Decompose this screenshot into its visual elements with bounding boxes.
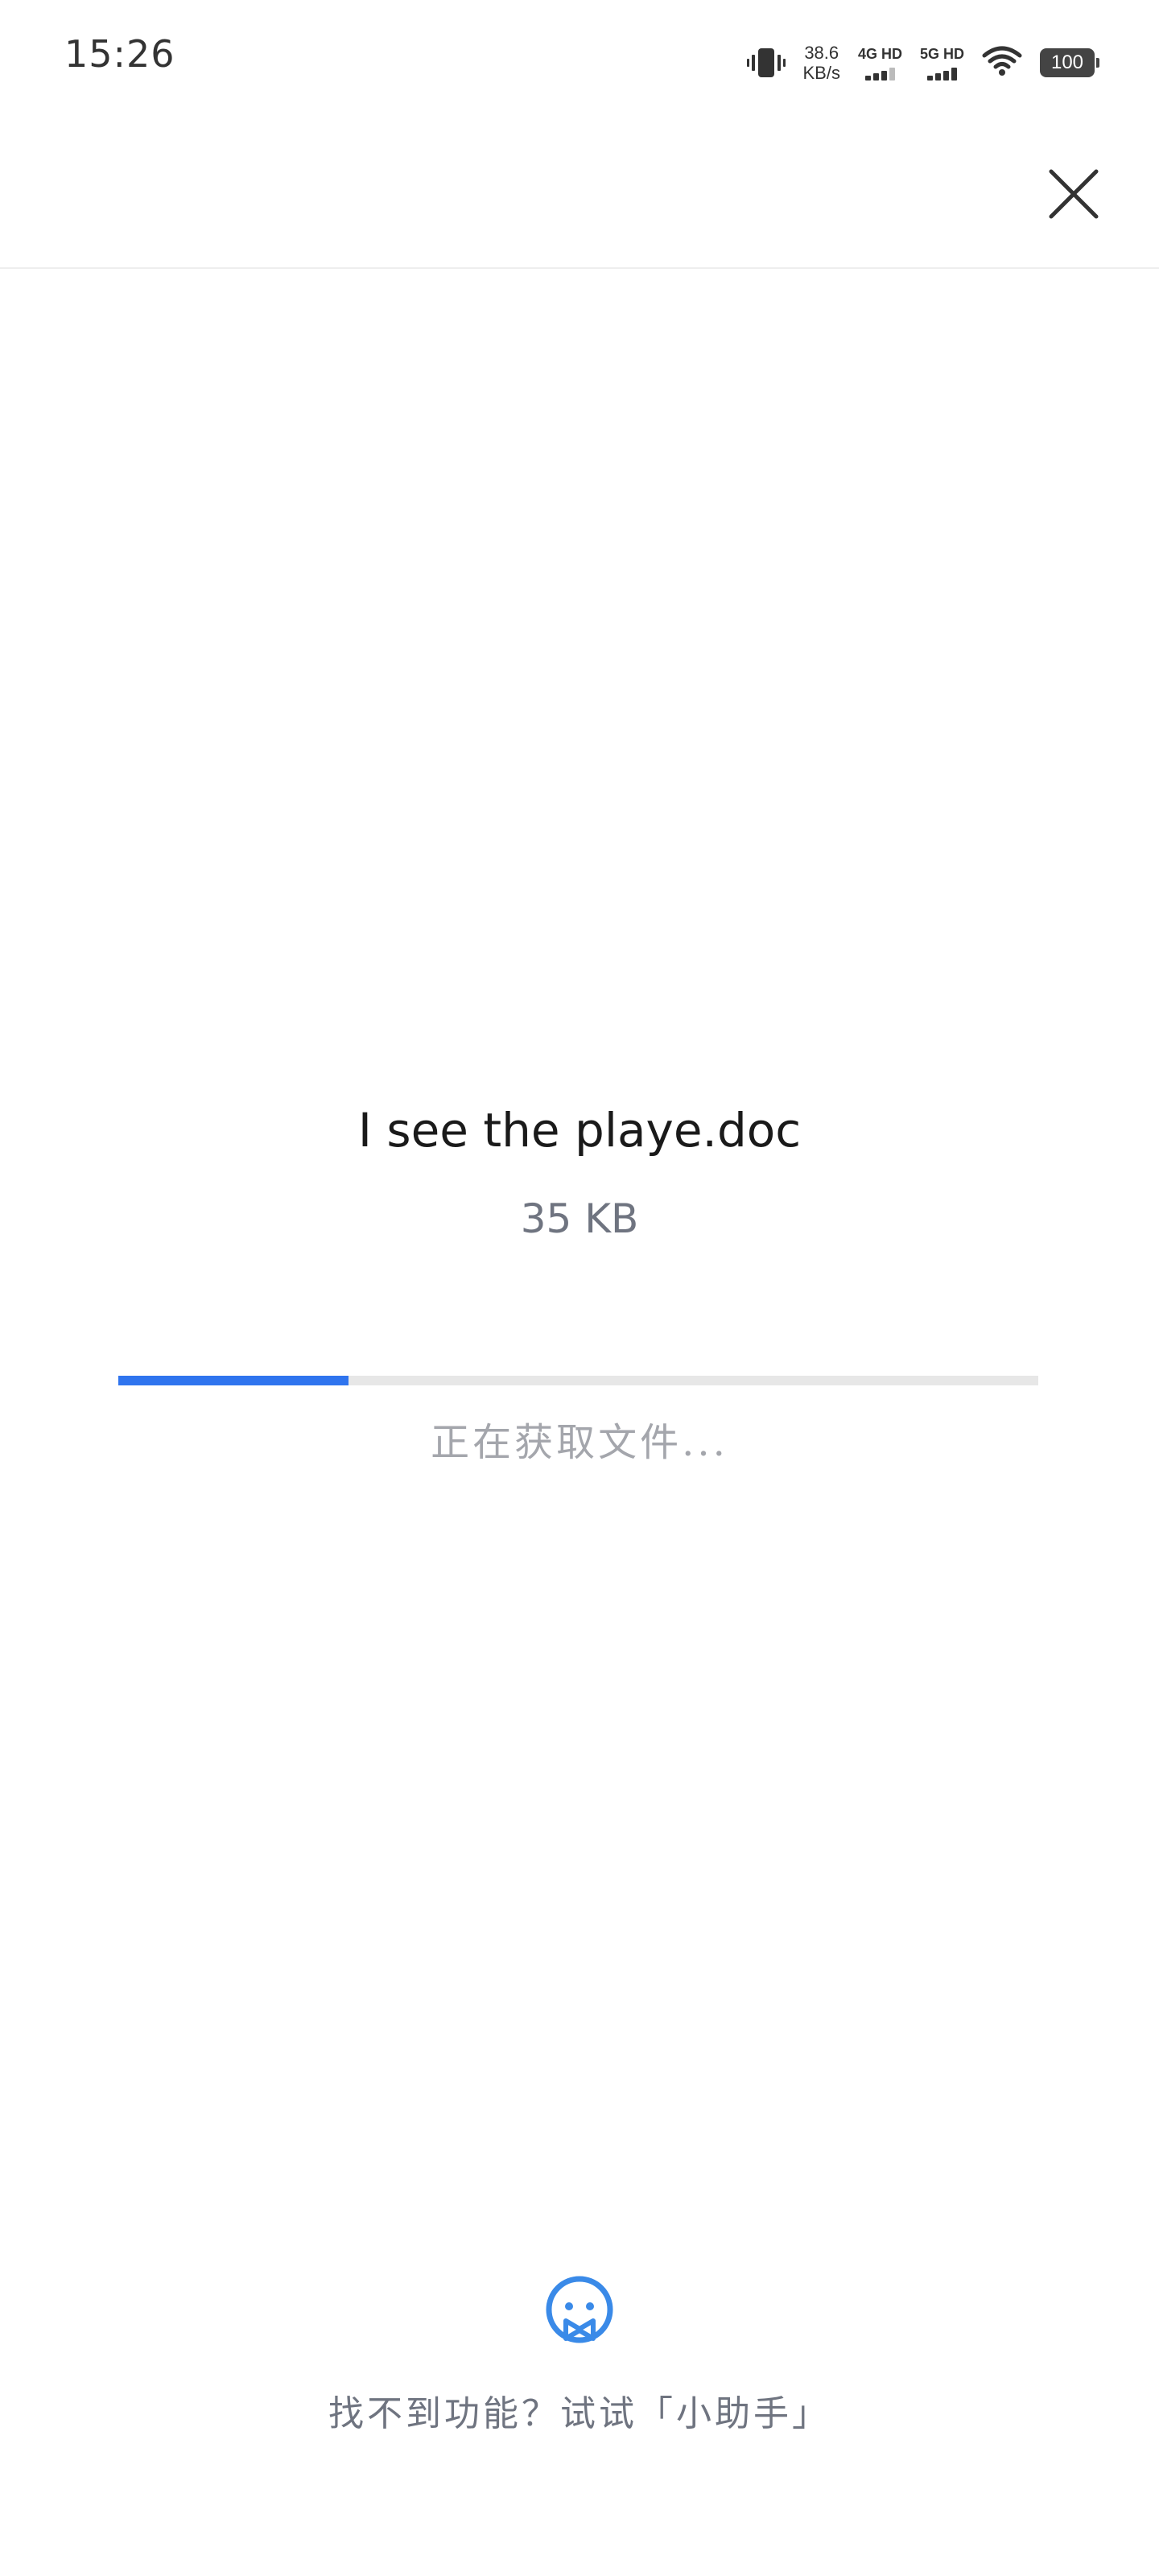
network-speed: 38.6 KB/s xyxy=(803,43,840,84)
sim2-label: 5G HD xyxy=(919,45,964,62)
close-icon xyxy=(1049,169,1099,219)
vibrate-icon xyxy=(746,45,786,80)
sim1-signal: 4G HD xyxy=(858,46,902,80)
sim1-signal-bars-icon xyxy=(864,67,895,80)
sim2-signal-bars-icon xyxy=(926,67,957,80)
file-name: I see the playe.doc xyxy=(357,1103,802,1158)
status-time: 15:26 xyxy=(64,32,175,76)
header-divider xyxy=(0,267,1159,269)
close-button[interactable] xyxy=(1045,165,1103,223)
progress-status: 正在获取文件... xyxy=(431,1420,728,1465)
battery-level: 100 xyxy=(1050,52,1084,73)
status-icons: 38.6 KB/s 4G HD 5G HD 100 xyxy=(746,31,1099,95)
progress-fill xyxy=(118,1376,349,1385)
network-speed-unit: KB/s xyxy=(802,63,840,83)
sim2-signal: 5G HD xyxy=(920,46,964,80)
status-bar: 15:26 38.6 KB/s 4G HD 5G HD 100 xyxy=(0,0,1159,121)
progress-bar xyxy=(118,1376,1038,1385)
sim1-label: 4G HD xyxy=(857,45,902,62)
assistant-link[interactable]: 找不到功能？试试「小助手」 xyxy=(0,2384,1159,2436)
wifi-icon xyxy=(982,45,1022,80)
battery-icon: 100 xyxy=(1040,48,1099,77)
file-size: 35 KB xyxy=(520,1195,639,1242)
network-speed-value: 38.6 xyxy=(804,42,839,63)
assistant-icon[interactable] xyxy=(542,2274,617,2350)
